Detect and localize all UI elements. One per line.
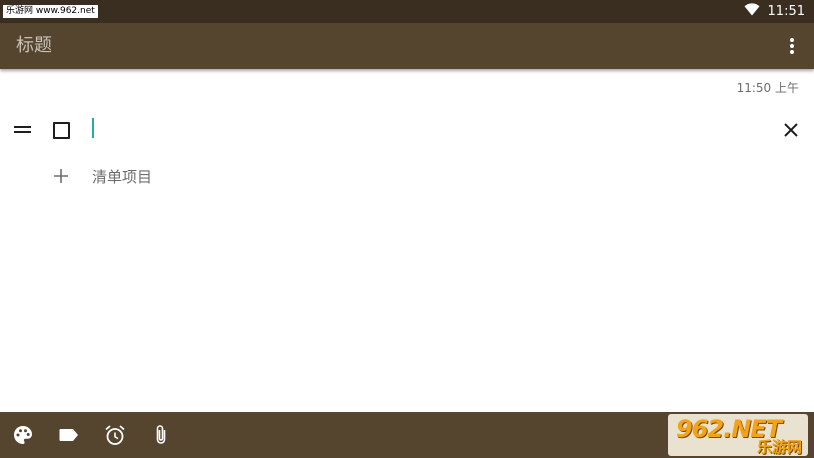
bottom-toolbar: 962.NET 乐游网: [0, 412, 814, 458]
app-bar: 标题: [0, 23, 814, 69]
wifi-icon: [744, 3, 760, 20]
text-cursor[interactable]: [92, 118, 94, 138]
more-vert-icon[interactable]: [780, 34, 804, 58]
checklist-checkbox[interactable]: [53, 122, 70, 139]
close-icon[interactable]: [782, 121, 800, 139]
watermark-logo-subtext: 乐游网: [756, 438, 802, 456]
note-title-field[interactable]: 标题: [16, 35, 52, 57]
status-bar: 乐游网 www.962.net 11:51: [0, 0, 814, 23]
attachment-icon[interactable]: [150, 424, 172, 446]
status-indicators: 11:51: [744, 0, 805, 23]
drag-handle-icon[interactable]: [14, 125, 31, 135]
plus-icon: [52, 167, 70, 185]
edited-timestamp: 11:50 上午: [736, 81, 799, 95]
label-icon[interactable]: [58, 424, 80, 446]
alarm-icon[interactable]: [104, 424, 126, 446]
add-item-label: 清单项目: [92, 167, 153, 186]
add-checklist-item-button[interactable]: 清单项目: [52, 165, 152, 187]
status-time: 11:51: [767, 4, 805, 19]
watermark-badge: 乐游网 www.962.net: [3, 5, 98, 18]
watermark-logo: 962.NET 乐游网: [668, 414, 808, 456]
palette-icon[interactable]: [12, 424, 34, 446]
